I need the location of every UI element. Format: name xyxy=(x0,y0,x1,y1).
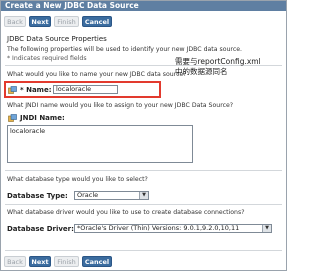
finish-button[interactable]: Finish xyxy=(54,16,79,27)
next-button[interactable]: Next xyxy=(29,256,51,267)
dialog-title: Create a New JDBC Data Source xyxy=(1,1,286,11)
cancel-button[interactable]: Cancel xyxy=(82,256,112,267)
dbtype-question: What database type would you like to sel… xyxy=(7,176,148,183)
jndi-question: What JNDI name would you like to assign … xyxy=(7,102,234,109)
back-button[interactable]: Back xyxy=(4,256,26,267)
next-button[interactable]: Next xyxy=(29,16,51,27)
driver-question: What database driver would you like to u… xyxy=(7,209,245,216)
chevron-down-icon[interactable]: ▼ xyxy=(139,192,148,199)
divider xyxy=(5,250,282,251)
jndi-textarea[interactable]: localoracle xyxy=(7,125,193,163)
jndi-icon xyxy=(8,114,17,122)
divider xyxy=(5,170,282,171)
driver-select[interactable]: *Oracle's Driver (Thin) Versions: 9.0.1,… xyxy=(74,224,272,233)
dbtype-select[interactable]: Oracle ▼ xyxy=(74,191,149,200)
dbtype-label: Database Type: xyxy=(7,192,68,200)
data-source-icon xyxy=(8,86,17,94)
driver-selected-value: *Oracle's Driver (Thin) Versions: 9.0.1,… xyxy=(77,224,240,232)
section-title: JDBC Data Source Properties xyxy=(7,35,107,43)
jndi-label: JNDI Name: xyxy=(20,114,65,122)
name-input[interactable]: localoracle xyxy=(53,85,118,94)
back-button[interactable]: Back xyxy=(4,16,26,27)
section-description: The following properties will be used to… xyxy=(7,46,242,53)
chevron-down-icon[interactable]: ▼ xyxy=(262,225,271,232)
annotation-line-1: 需要与reportConfig.xml xyxy=(175,57,261,66)
divider xyxy=(5,204,282,205)
name-label: * Name: xyxy=(20,86,52,94)
finish-button[interactable]: Finish xyxy=(54,256,79,267)
required-note: * Indicates required fields xyxy=(7,55,87,62)
driver-label: Database Driver: xyxy=(7,225,74,233)
annotation-line-2: 中的数据源同名 xyxy=(175,67,228,76)
dbtype-selected-value: Oracle xyxy=(77,191,99,199)
cancel-button[interactable]: Cancel xyxy=(82,16,112,27)
name-question: What would you like to name your new JDB… xyxy=(7,71,187,78)
annotation-text: 需要与reportConfig.xml 中的数据源同名 xyxy=(175,57,261,77)
